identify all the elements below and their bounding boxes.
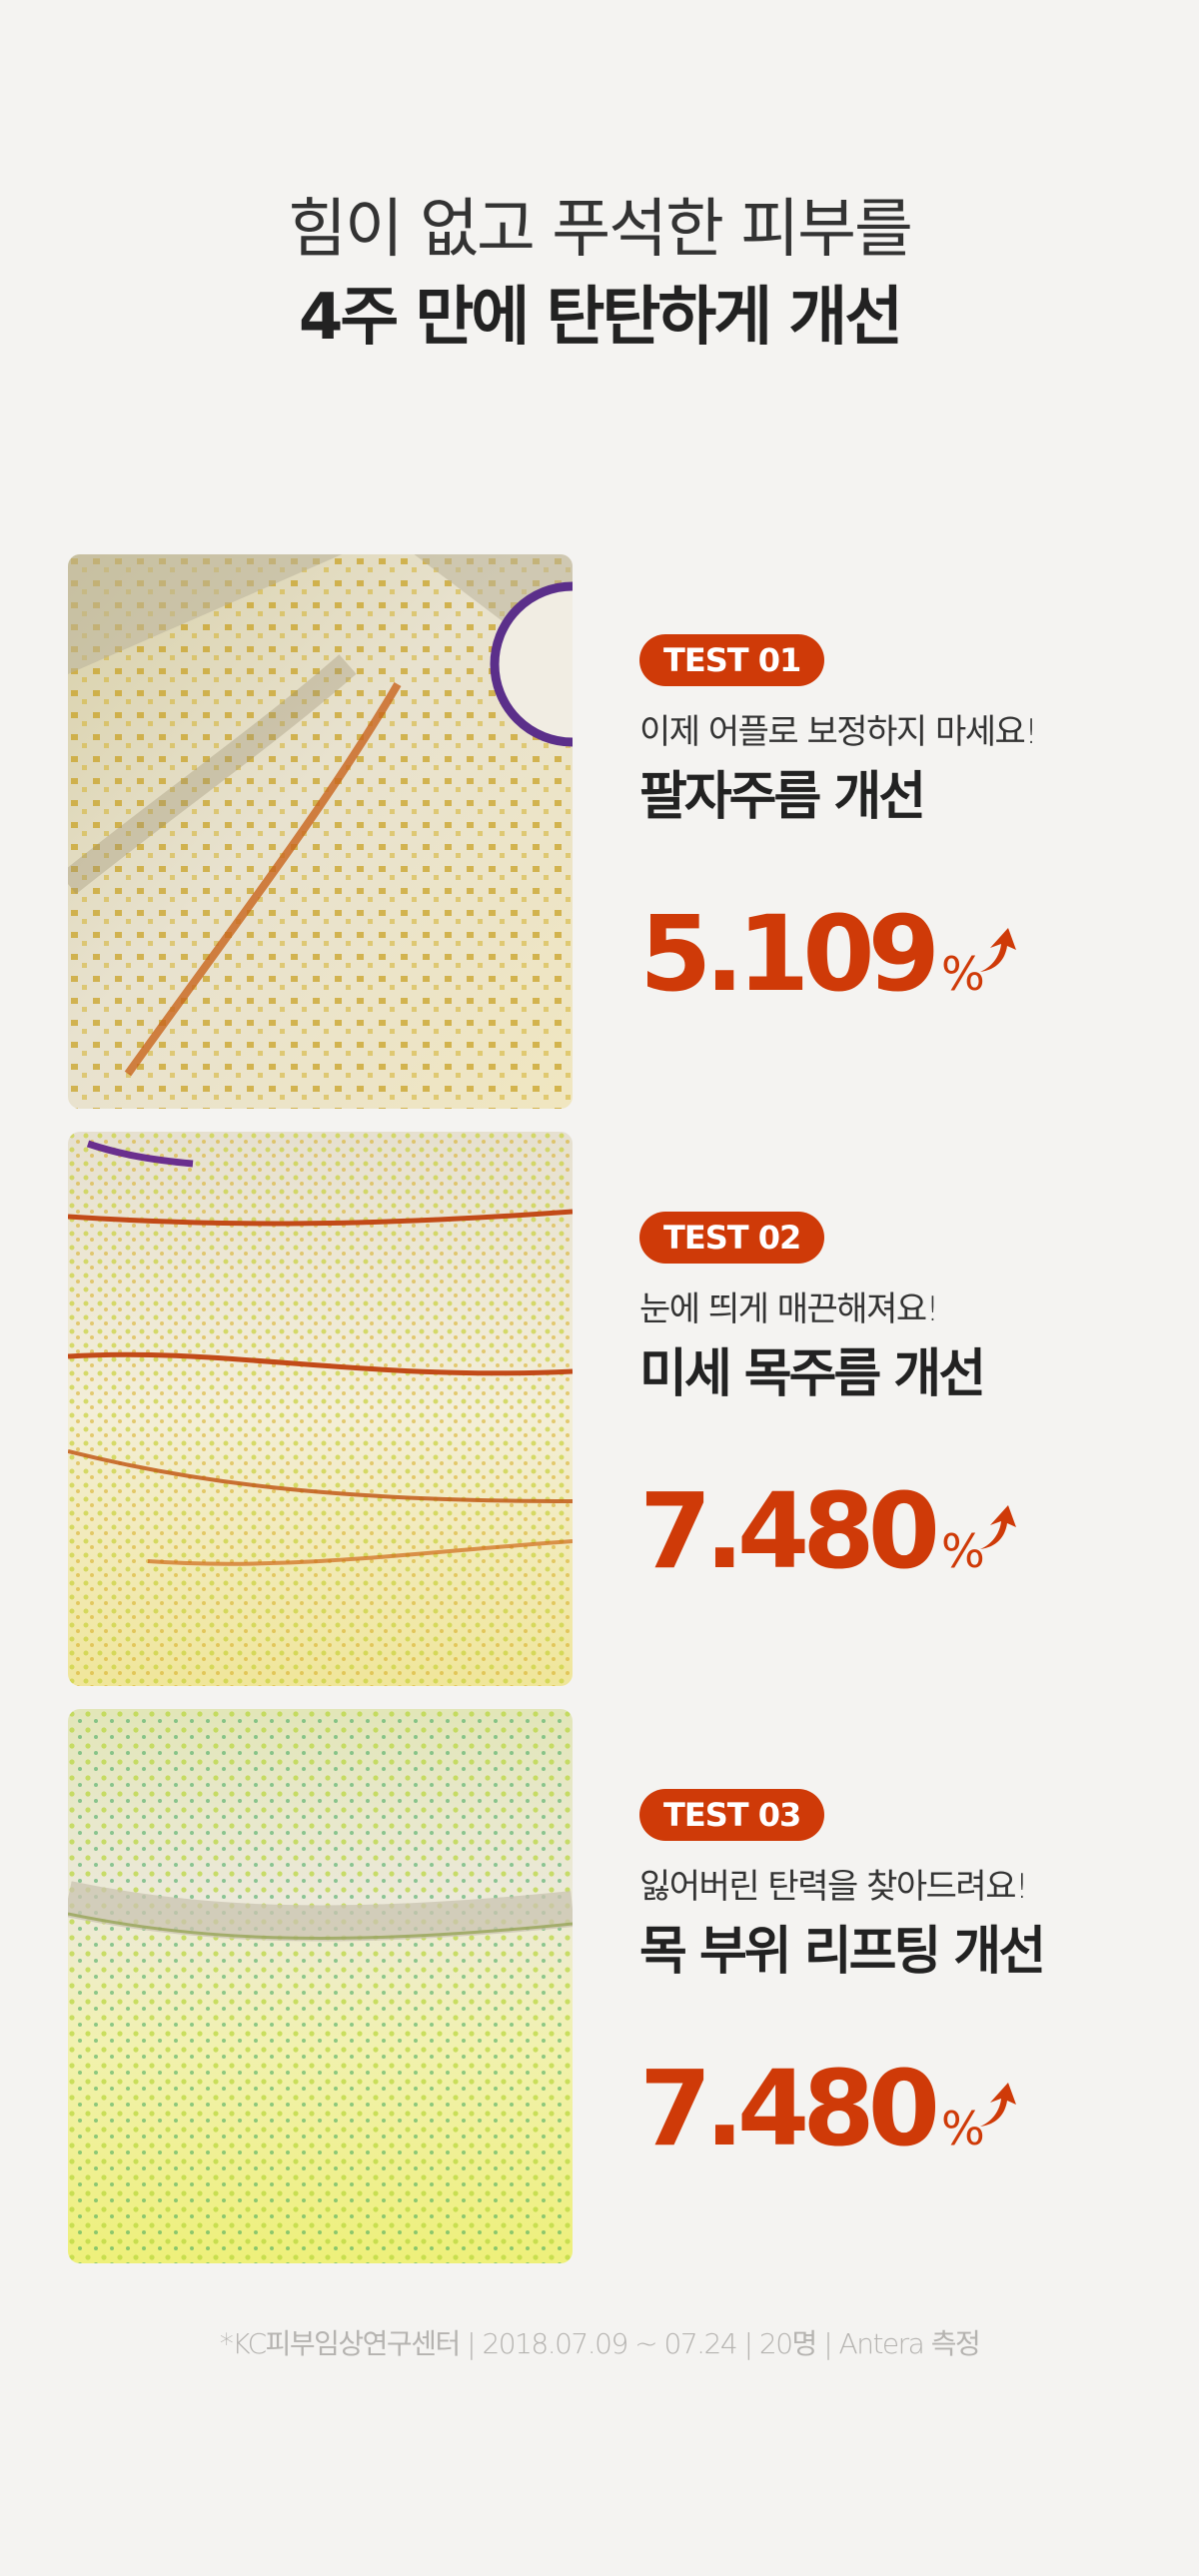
improvement-number: 7.480 — [639, 2048, 940, 2169]
test-card-03: TEST 03 잃어버린 탄력을 찾아드려요! 목 부위 리프팅 개선 7.48… — [0, 1709, 1199, 2263]
arrow-up-icon — [980, 2083, 1016, 2127]
test-title: 팔자주름 개선 — [639, 767, 926, 827]
improvement-number: 5.109 — [639, 893, 940, 1015]
test-card-01: TEST 01 이제 어플로 보정하지 마세요! 팔자주름 개선 5.109 % — [0, 554, 1199, 1109]
test-info-01: TEST 01 이제 어플로 보정하지 마세요! 팔자주름 개선 5.109 % — [639, 554, 1159, 1109]
improvement-value: 7.480 % — [639, 2049, 985, 2168]
test-subtitle: 이제 어플로 보정하지 마세요! — [639, 712, 1038, 752]
improvement-value: 7.480 % — [639, 1471, 985, 1591]
test-title: 목 부위 리프팅 개선 — [639, 1922, 1046, 1982]
test-info-03: TEST 03 잃어버린 탄력을 찾아드려요! 목 부위 리프팅 개선 7.48… — [639, 1709, 1159, 2263]
improvement-value: 5.109 % — [639, 894, 985, 1014]
test-badge: TEST 01 — [639, 634, 825, 686]
skin-analysis-image-01 — [68, 554, 573, 1109]
test-title: 미세 목주름 개선 — [639, 1344, 986, 1404]
test-card-02: TEST 02 눈에 띄게 매끈해져요! 미세 목주름 개선 7.480 % — [0, 1132, 1199, 1686]
test-info-02: TEST 02 눈에 띄게 매끈해져요! 미세 목주름 개선 7.480 % — [639, 1132, 1159, 1686]
improvement-number: 7.480 — [639, 1470, 940, 1592]
skin-analysis-image-02 — [68, 1132, 573, 1686]
footnote: *KC피부임상연구센터 | 2018.07.09 ~ 07.24 | 20명 |… — [219, 2327, 981, 2360]
test-badge: TEST 02 — [639, 1212, 825, 1264]
headline-line-1: 힘이 없고 푸석한 피부를 — [288, 193, 913, 267]
skin-analysis-image-03 — [68, 1709, 573, 2263]
headline: 힘이 없고 푸석한 피부를 4주 만에 탄탄하게 개선 — [0, 190, 1199, 358]
test-subtitle: 잃어버린 탄력을 찾아드려요! — [639, 1867, 1029, 1907]
arrow-up-icon — [980, 1505, 1016, 1549]
test-badge: TEST 03 — [639, 1789, 825, 1841]
headline-line-2: 4주 만에 탄탄하게 개선 — [298, 281, 903, 355]
arrow-up-icon — [980, 928, 1016, 972]
test-subtitle: 눈에 띄게 매끈해져요! — [639, 1289, 939, 1329]
